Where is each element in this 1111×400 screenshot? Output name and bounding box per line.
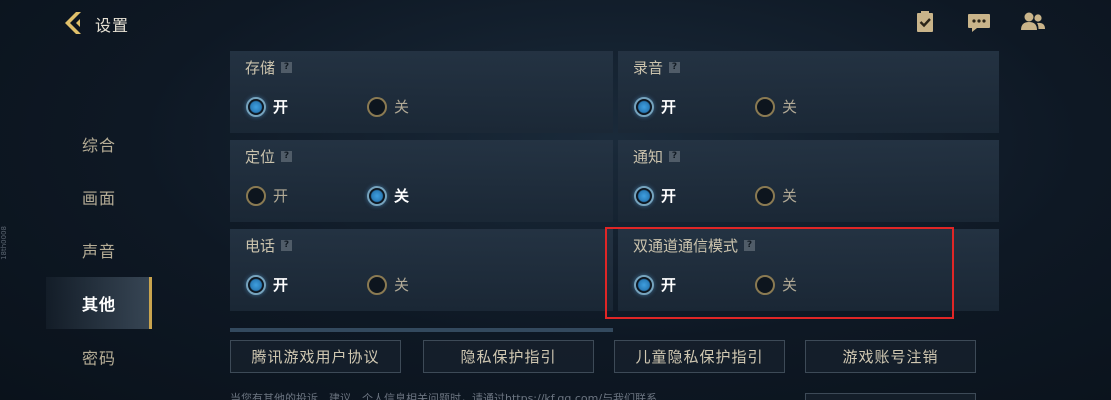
top-bar: 设置	[0, 0, 1111, 46]
phone-title: 电话	[245, 237, 276, 255]
option-label-off: 关	[394, 98, 410, 116]
recording-title: 录音	[633, 59, 664, 77]
scroll-indicator[interactable]	[230, 328, 613, 332]
sidebar-item-other[interactable]: 其他	[46, 277, 152, 329]
help-icon[interactable]: ?	[281, 240, 293, 251]
location-on-option[interactable]: 开	[246, 185, 288, 206]
partial-button[interactable]	[805, 393, 976, 400]
storage-on-option[interactable]: 开	[246, 96, 288, 117]
user-agreement-button[interactable]: 腾讯游戏用户协议	[230, 340, 401, 373]
storage-title: 存储	[245, 59, 276, 77]
storage-off-option[interactable]: 关	[367, 96, 409, 117]
option-label-on: 开	[273, 98, 289, 116]
highlight-box	[605, 227, 954, 319]
option-label-off: 关	[394, 276, 410, 294]
location-panel: 定位 ? 开 关	[230, 140, 613, 222]
option-label-on: 开	[661, 187, 677, 205]
location-off-option[interactable]: 关	[367, 185, 409, 206]
help-icon[interactable]: ?	[281, 62, 293, 73]
radio-selected-icon[interactable]	[634, 185, 654, 206]
radio-selected-icon[interactable]	[246, 96, 266, 117]
sidebar-item-password[interactable]: 密码	[46, 331, 152, 383]
option-label-off: 关	[782, 187, 798, 205]
radio-selected-icon[interactable]	[634, 96, 654, 117]
phone-on-option[interactable]: 开	[246, 274, 288, 295]
sidebar-item-general[interactable]: 综合	[46, 118, 152, 170]
radio-selected-icon[interactable]	[246, 274, 266, 295]
page-title: 设置	[95, 16, 130, 35]
notification-on-option[interactable]: 开	[634, 185, 676, 206]
chat-icon[interactable]	[967, 11, 990, 33]
notification-title: 通知	[633, 148, 664, 166]
help-icon[interactable]: ?	[669, 151, 681, 162]
sidebar-item-graphics[interactable]: 画面	[46, 171, 152, 223]
contact-notice: 当您有其他的投诉、建议、个人信息相关问题时，请通过https://kf.qq.c…	[230, 392, 658, 400]
phone-off-option[interactable]: 关	[367, 274, 409, 295]
option-label-on: 开	[661, 98, 677, 116]
location-title: 定位	[245, 148, 276, 166]
radio-unselected-icon[interactable]	[367, 96, 387, 117]
recording-on-option[interactable]: 开	[634, 96, 676, 117]
option-label-on: 开	[273, 187, 289, 205]
phone-panel: 电话 ? 开 关	[230, 229, 613, 311]
help-icon[interactable]: ?	[281, 151, 293, 162]
storage-panel: 存储 ? 开 关	[230, 51, 613, 133]
radio-unselected-icon[interactable]	[246, 185, 266, 206]
notification-panel: 通知 ? 开 关	[618, 140, 999, 222]
notification-off-option[interactable]: 关	[755, 185, 797, 206]
clipboard-check-icon[interactable]	[914, 11, 936, 33]
side-watermark: 18th0008	[0, 226, 8, 260]
radio-unselected-icon[interactable]	[367, 274, 387, 295]
friends-icon[interactable]	[1020, 11, 1045, 33]
back-arrow-icon[interactable]	[62, 10, 86, 36]
option-label-off: 关	[394, 187, 410, 205]
account-deletion-button[interactable]: 游戏账号注销	[805, 340, 976, 373]
radio-selected-icon[interactable]	[367, 185, 387, 206]
option-label-on: 开	[273, 276, 289, 294]
radio-unselected-icon[interactable]	[755, 96, 775, 117]
radio-unselected-icon[interactable]	[755, 185, 775, 206]
option-label-off: 关	[782, 98, 798, 116]
recording-off-option[interactable]: 关	[755, 96, 797, 117]
sidebar-item-sound[interactable]: 声音	[46, 224, 152, 276]
recording-panel: 录音 ? 开 关	[618, 51, 999, 133]
privacy-guide-button[interactable]: 隐私保护指引	[423, 340, 594, 373]
help-icon[interactable]: ?	[669, 62, 681, 73]
child-privacy-guide-button[interactable]: 儿童隐私保护指引	[614, 340, 785, 373]
